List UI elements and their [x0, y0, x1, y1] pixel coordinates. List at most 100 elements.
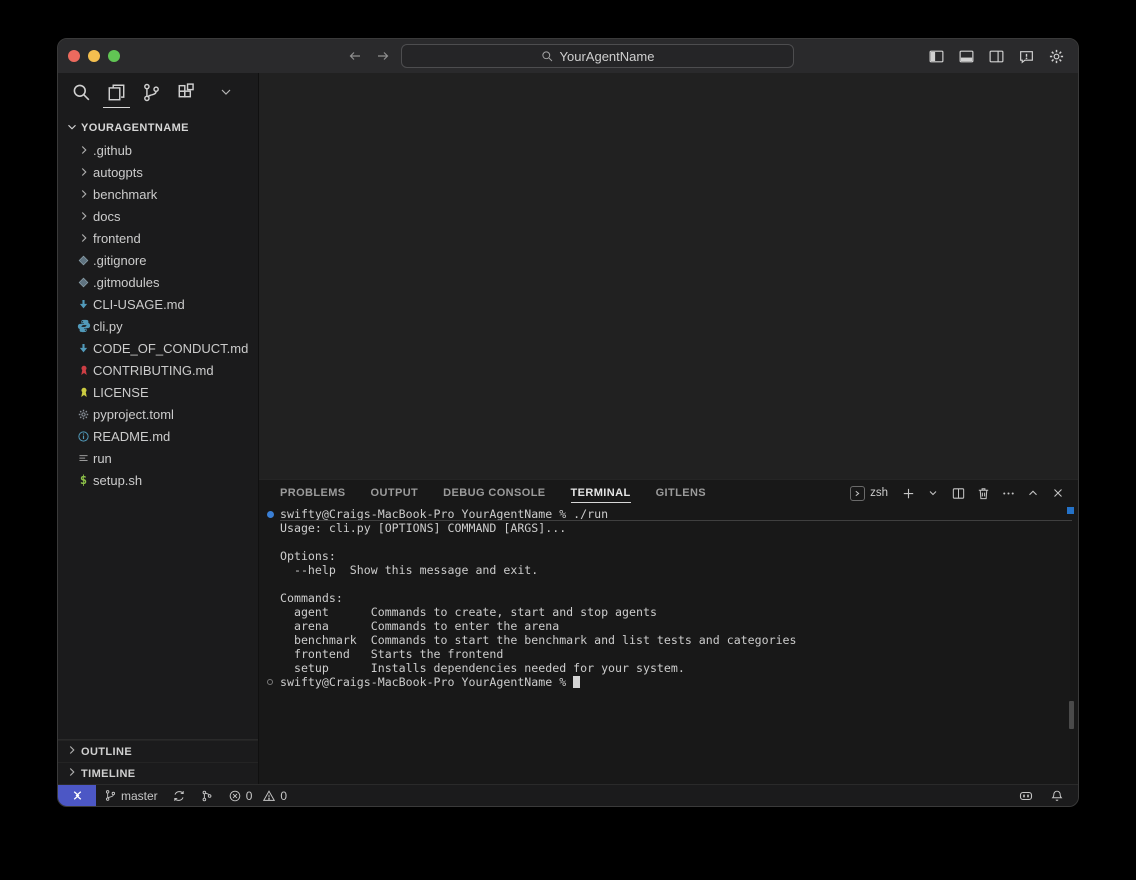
terminal-scrollbar-thumb[interactable] [1069, 701, 1074, 729]
tree-item[interactable]: CODE_OF_CONDUCT.md [58, 337, 258, 359]
tree-item[interactable]: LICENSE [58, 381, 258, 403]
minimize-window-button[interactable] [88, 50, 100, 62]
md-arrow-icon [75, 340, 92, 356]
shell-name: zsh [870, 487, 888, 499]
copilot-icon[interactable] [1018, 788, 1034, 804]
problems-status[interactable]: 0 0 [228, 789, 287, 803]
settings-gear-icon[interactable] [1047, 47, 1066, 66]
toggle-panel-icon[interactable] [957, 47, 976, 66]
section-label: OUTLINE [81, 746, 132, 758]
sidebar-section-header[interactable]: TIMELINE [58, 762, 258, 784]
git-branch-icon [104, 789, 117, 802]
terminal-line: Options: [259, 549, 1078, 563]
error-icon [228, 789, 242, 803]
tree-item[interactable]: CLI-USAGE.md [58, 293, 258, 315]
branch-status[interactable]: master [104, 789, 158, 803]
tree-item[interactable]: benchmark [58, 183, 258, 205]
vscode-window: YourAgentName [57, 38, 1079, 807]
error-count: 0 [246, 789, 253, 803]
toggle-secondary-sidebar-icon[interactable] [987, 47, 1006, 66]
status-bar: master 0 0 [58, 784, 1078, 806]
tree-item[interactable]: CONTRIBUTING.md [58, 359, 258, 381]
sync-icon [172, 789, 186, 803]
chevron-right-icon [65, 743, 81, 760]
explorer-icon[interactable] [99, 75, 134, 109]
activity-bar [58, 73, 258, 111]
kill-terminal-trash-icon[interactable] [975, 485, 991, 501]
terminal-line: swifty@Craigs-MacBook-Pro YourAgentName … [259, 507, 1078, 521]
tree-item-label: .gitignore [92, 253, 146, 268]
sync-changes-button[interactable] [172, 789, 186, 803]
editor-area[interactable] [259, 73, 1078, 479]
sidebar-sections: OUTLINE TIMELINE [58, 739, 258, 784]
search-icon[interactable] [64, 75, 99, 109]
panel-tab[interactable]: OUTPUT [371, 480, 419, 506]
back-icon[interactable] [346, 47, 364, 65]
chevron-right-icon [75, 230, 92, 246]
info-icon [75, 428, 92, 444]
ribbon-icon [75, 362, 92, 378]
tree-item[interactable]: .gitignore [58, 249, 258, 271]
panel-tab[interactable]: GITLENS [656, 480, 706, 506]
tree-item[interactable]: pyproject.toml [58, 403, 258, 425]
extensions-icon[interactable] [169, 75, 204, 109]
terminal-output[interactable]: swifty@Craigs-MacBook-Pro YourAgentName … [259, 507, 1078, 784]
tree-item-label: autogpts [92, 165, 143, 180]
zoom-window-button[interactable] [108, 50, 120, 62]
remote-indicator[interactable] [58, 785, 96, 806]
tree-root-folder[interactable]: YOURAGENTNAME [58, 117, 258, 139]
close-panel-icon[interactable] [1050, 485, 1066, 501]
command-center-search[interactable]: YourAgentName [401, 44, 794, 68]
panel-tab[interactable]: PROBLEMS [280, 480, 346, 506]
tree-item[interactable]: run [58, 447, 258, 469]
notifications-bell-icon[interactable] [1050, 789, 1064, 803]
feedback-icon[interactable] [1017, 47, 1036, 66]
gear-file-icon [75, 406, 92, 422]
more-actions-icon[interactable] [1000, 485, 1016, 501]
toggle-primary-sidebar-icon[interactable] [927, 47, 946, 66]
tree-item[interactable]: README.md [58, 425, 258, 447]
tree-item[interactable]: autogpts [58, 161, 258, 183]
tree-item[interactable]: docs [58, 205, 258, 227]
search-value: YourAgentName [560, 49, 655, 64]
maximize-panel-icon[interactable] [1025, 485, 1041, 501]
shell-dollar-icon: $ [75, 472, 92, 488]
terminal-line: benchmark Commands to start the benchmar… [259, 633, 1078, 647]
chevron-down-icon[interactable] [208, 75, 243, 109]
terminal-line: arena Commands to enter the arena [259, 619, 1078, 633]
terminal-toolbar: zsh [850, 480, 1066, 506]
tree-item[interactable]: frontend [58, 227, 258, 249]
sidebar-section-header[interactable]: OUTLINE [58, 740, 258, 762]
lines-icon [75, 450, 92, 466]
section-label: TIMELINE [81, 768, 136, 780]
close-window-button[interactable] [68, 50, 80, 62]
warning-count: 0 [280, 789, 287, 803]
tree-item[interactable]: cli.py [58, 315, 258, 337]
terminal-shell-selector[interactable]: zsh [850, 486, 888, 501]
terminal-dropdown-chevron-icon[interactable] [925, 485, 941, 501]
search-icon [541, 50, 554, 63]
tree-item-label: docs [92, 209, 120, 224]
panel-tab[interactable]: DEBUG CONSOLE [443, 480, 545, 506]
new-terminal-icon[interactable] [900, 485, 916, 501]
terminal-cursor [573, 676, 580, 688]
circle-outline-icon [266, 678, 274, 686]
tree-item[interactable]: .github [58, 139, 258, 161]
window-controls [68, 50, 120, 62]
scrollbar-command-marker [1067, 507, 1074, 514]
gitlens-graph-icon[interactable] [200, 789, 214, 803]
tree-item[interactable]: .gitmodules [58, 271, 258, 293]
forward-icon[interactable] [374, 47, 392, 65]
tree-item-label: CONTRIBUTING.md [92, 363, 214, 378]
chevron-down-icon [65, 120, 81, 137]
source-control-icon[interactable] [134, 75, 169, 109]
tree-item-label: .github [92, 143, 132, 158]
split-terminal-icon[interactable] [950, 485, 966, 501]
python-icon [75, 318, 92, 334]
terminal-line: --help Show this message and exit. [259, 563, 1078, 577]
panel-tab[interactable]: TERMINAL [571, 480, 631, 506]
tree-item-label: README.md [92, 429, 170, 444]
terminal-line: Commands: [259, 591, 1078, 605]
tree-item[interactable]: $ setup.sh [58, 469, 258, 491]
terminal-line: setup Installs dependencies needed for y… [259, 661, 1078, 675]
